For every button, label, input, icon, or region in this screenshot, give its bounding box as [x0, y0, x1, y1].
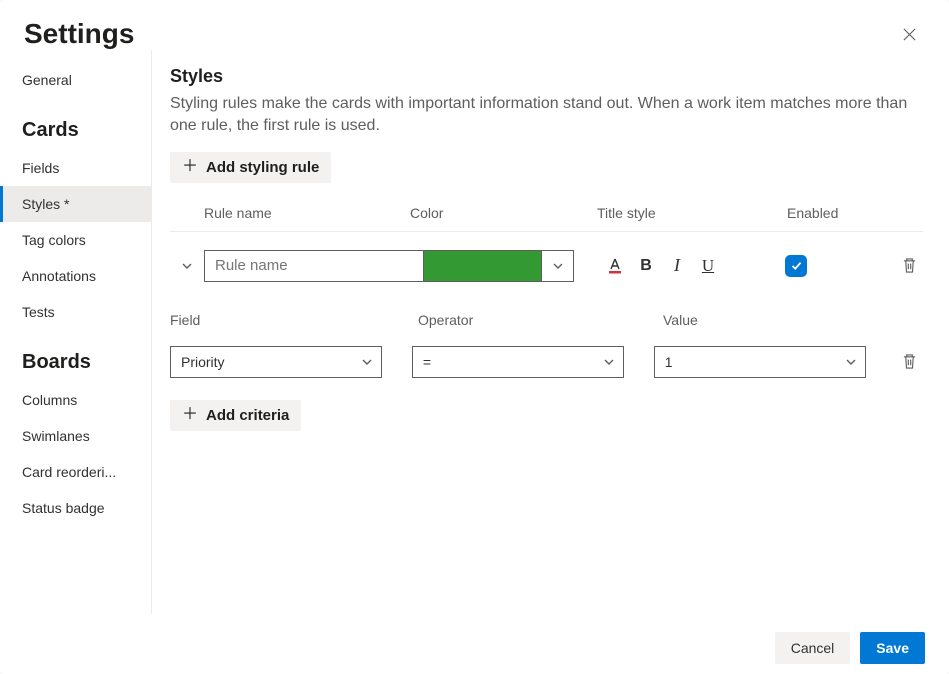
- plus-icon: ＋: [182, 407, 198, 423]
- trash-icon: [902, 257, 917, 274]
- sidebar-item-columns[interactable]: Columns: [0, 382, 151, 418]
- col-header-enabled: Enabled: [787, 205, 873, 221]
- color-swatch: [424, 251, 541, 281]
- sidebar-item-general[interactable]: General: [0, 62, 151, 98]
- font-color-icon: [607, 257, 623, 275]
- section-description: Styling rules make the cards with import…: [170, 93, 923, 138]
- col-header-title-style: Title style: [597, 205, 787, 221]
- underline-button[interactable]: U: [699, 256, 717, 276]
- sidebar-item-card-reordering[interactable]: Card reorderi...: [0, 454, 151, 490]
- sidebar-item-status-badge[interactable]: Status badge: [0, 490, 151, 526]
- criteria-field-value: Priority: [181, 354, 225, 370]
- chevron-down-icon: [603, 356, 615, 368]
- expand-toggle[interactable]: [170, 260, 204, 272]
- close-icon: [902, 27, 917, 42]
- sidebar-item-tests[interactable]: Tests: [0, 294, 151, 330]
- criteria-header-value: Value: [663, 312, 923, 328]
- font-color-button[interactable]: [606, 257, 624, 275]
- checkmark-icon: [790, 259, 803, 272]
- sidebar: General Cards Fields Styles * Tag colors…: [0, 50, 152, 614]
- col-header-color: Color: [410, 205, 597, 221]
- add-styling-rule-button[interactable]: ＋ Add styling rule: [170, 152, 331, 183]
- criteria-value-select[interactable]: 1: [654, 346, 866, 378]
- section-title: Styles: [170, 66, 923, 87]
- sidebar-group-boards: Boards: [0, 330, 151, 382]
- close-button[interactable]: [893, 18, 925, 50]
- delete-criteria-button[interactable]: [896, 353, 923, 370]
- enabled-checkbox[interactable]: [785, 255, 807, 277]
- sidebar-item-annotations[interactable]: Annotations: [0, 258, 151, 294]
- delete-rule-button[interactable]: [895, 257, 923, 274]
- chevron-down-icon: [181, 260, 193, 272]
- rule-name-input[interactable]: [204, 250, 424, 282]
- add-criteria-button[interactable]: ＋ Add criteria: [170, 400, 301, 431]
- sidebar-item-tag-colors[interactable]: Tag colors: [0, 222, 151, 258]
- trash-icon: [902, 353, 917, 370]
- color-picker[interactable]: [423, 250, 574, 282]
- add-criteria-label: Add criteria: [206, 407, 289, 424]
- add-styling-rule-label: Add styling rule: [206, 159, 319, 176]
- dialog-title: Settings: [24, 18, 134, 50]
- chevron-down-icon: [552, 260, 564, 272]
- sidebar-item-styles[interactable]: Styles *: [0, 186, 151, 222]
- cancel-button[interactable]: Cancel: [775, 632, 851, 664]
- criteria-header-operator: Operator: [418, 312, 663, 328]
- criteria-operator-select[interactable]: =: [412, 346, 624, 378]
- sidebar-item-swimlanes[interactable]: Swimlanes: [0, 418, 151, 454]
- col-header-name: Rule name: [204, 205, 410, 221]
- color-picker-caret: [541, 251, 573, 281]
- criteria-field-select[interactable]: Priority: [170, 346, 382, 378]
- criteria-value-value: 1: [665, 354, 673, 370]
- sidebar-group-cards: Cards: [0, 98, 151, 150]
- italic-button[interactable]: I: [668, 255, 686, 276]
- plus-icon: ＋: [182, 159, 198, 175]
- criteria-operator-value: =: [423, 354, 431, 370]
- criteria-header-field: Field: [170, 312, 418, 328]
- chevron-down-icon: [845, 356, 857, 368]
- save-button[interactable]: Save: [860, 632, 925, 664]
- chevron-down-icon: [361, 356, 373, 368]
- bold-button[interactable]: B: [637, 257, 655, 275]
- sidebar-item-fields[interactable]: Fields: [0, 150, 151, 186]
